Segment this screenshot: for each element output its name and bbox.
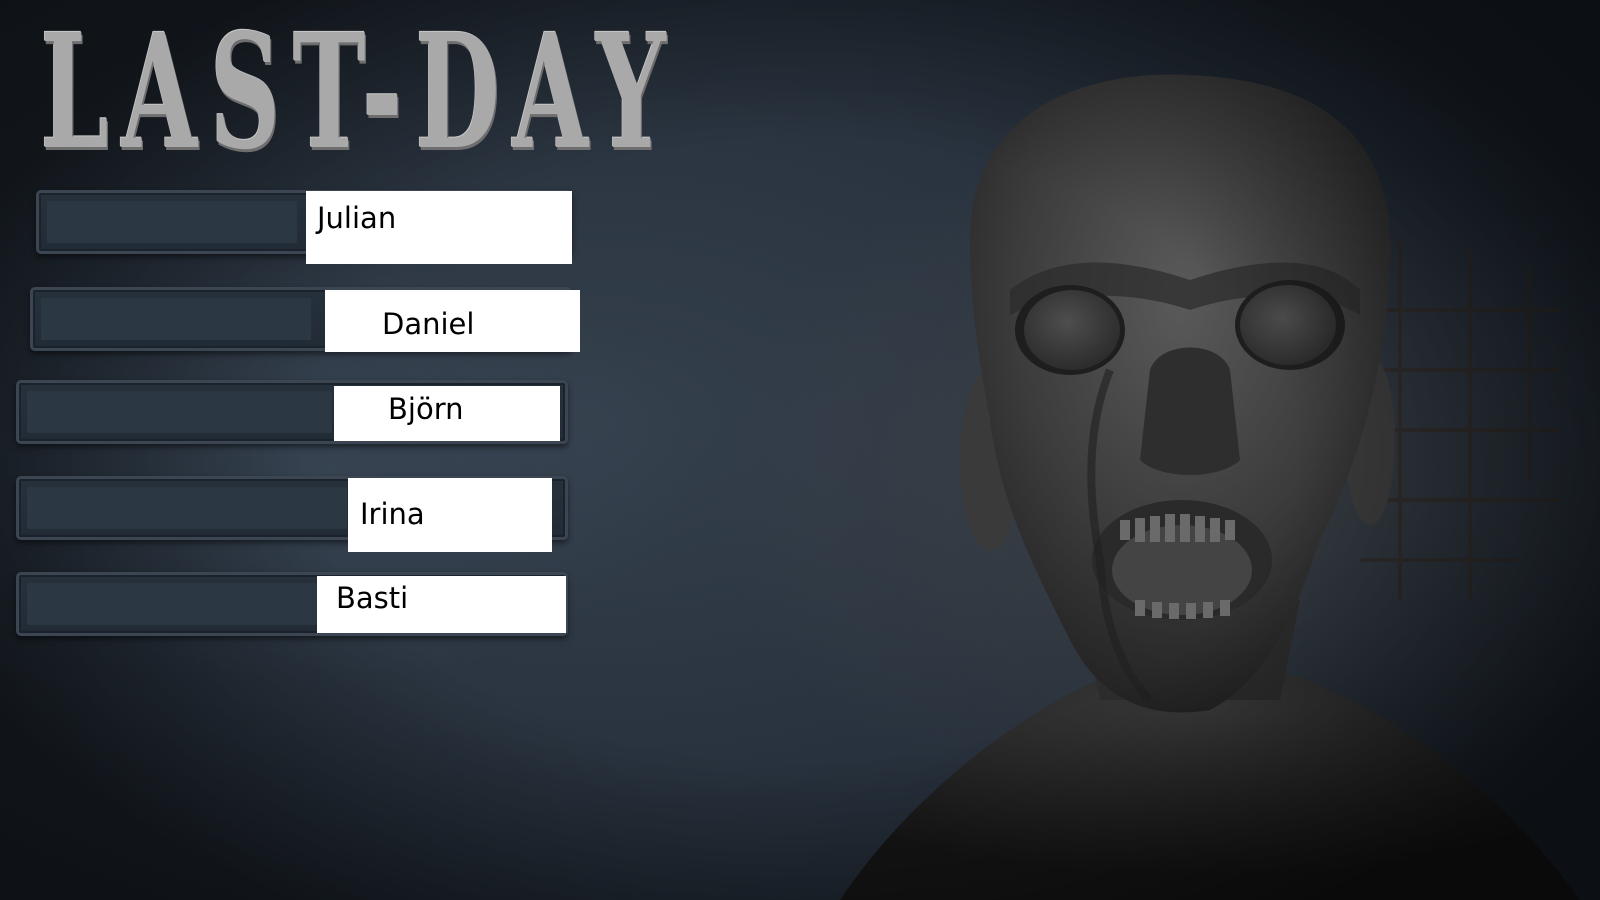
player-name: Daniel xyxy=(382,307,475,341)
slot-bar xyxy=(27,583,317,625)
slot-bar xyxy=(47,201,297,243)
player-name: Irina xyxy=(360,497,425,531)
slot-bar xyxy=(41,298,311,340)
slot-bar xyxy=(27,487,347,529)
player-name-field-2[interactable]: Daniel xyxy=(325,290,580,352)
player-name-field-1[interactable]: Julian xyxy=(306,191,572,264)
slot-bar xyxy=(27,391,332,433)
player-name-field-3[interactable]: Björn xyxy=(334,386,560,441)
game-logo: LAST-DAY xyxy=(40,0,679,185)
player-name: Björn xyxy=(388,392,464,426)
zombie-head-icon xyxy=(840,74,1580,900)
player-name-field-4[interactable]: Irina xyxy=(348,478,552,552)
player-name: Basti xyxy=(336,581,409,615)
player-name-field-5[interactable]: Basti xyxy=(317,576,566,633)
player-name: Julian xyxy=(317,201,397,235)
